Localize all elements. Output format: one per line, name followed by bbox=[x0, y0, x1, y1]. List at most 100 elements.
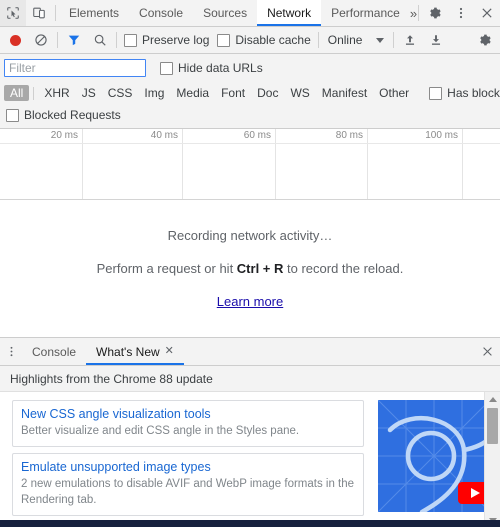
ruler-tick-cell: 40 ms bbox=[83, 129, 183, 199]
whats-new-card[interactable]: Emulate unsupported image types 2 new em… bbox=[12, 453, 364, 517]
type-chip-all[interactable]: All bbox=[4, 85, 30, 101]
ruler-tick-cell: 20 ms bbox=[0, 129, 83, 199]
whats-new-scrollbar[interactable] bbox=[484, 392, 500, 527]
import-har-button[interactable] bbox=[397, 27, 423, 53]
type-chip-img[interactable]: Img bbox=[138, 85, 170, 101]
ruler-tick-label: 100 ms bbox=[425, 130, 458, 141]
checkbox-box bbox=[124, 33, 137, 47]
ruler-tick-cell: 60 ms bbox=[183, 129, 276, 199]
scrollbar-track[interactable] bbox=[485, 406, 500, 513]
preserve-log-checkbox[interactable]: Preserve log bbox=[120, 33, 213, 47]
throttle-dropdown[interactable]: Online bbox=[322, 33, 391, 47]
whats-new-card[interactable]: New CSS angle visualization tools Better… bbox=[12, 400, 364, 448]
whats-new-card-list: New CSS angle visualization tools Better… bbox=[0, 392, 374, 527]
blocked-requests-checkbox[interactable]: Blocked Requests bbox=[6, 108, 125, 122]
hint-shortcut: Ctrl + R bbox=[236, 261, 284, 276]
type-chip-js[interactable]: JS bbox=[76, 85, 102, 101]
panel-tabs: Elements Console Sources Network Perform… bbox=[59, 0, 417, 26]
filter-input[interactable] bbox=[4, 59, 146, 77]
card-description: Better visualize and edit CSS angle in t… bbox=[21, 424, 300, 437]
search-button[interactable] bbox=[87, 27, 113, 53]
gear-icon[interactable] bbox=[422, 0, 448, 26]
ruler-baseline bbox=[0, 143, 500, 144]
drawer-tab-bar: Console What's New ✕ bbox=[0, 338, 500, 366]
device-toolbar-icon[interactable] bbox=[26, 0, 52, 26]
ruler-tick-label: 40 ms bbox=[150, 130, 178, 141]
network-overview-timeline[interactable]: 20 ms 40 ms 60 ms 80 ms 100 ms bbox=[0, 129, 500, 200]
hide-data-urls-checkbox[interactable]: Hide data URLs bbox=[156, 61, 267, 75]
whats-new-media-column bbox=[374, 392, 500, 527]
learn-more-link[interactable]: Learn more bbox=[217, 294, 283, 309]
toolbar-divider bbox=[393, 32, 395, 48]
tab-label: Network bbox=[267, 6, 312, 20]
tab-console[interactable]: Console bbox=[129, 0, 193, 26]
chrome-devtools-video-thumbnail[interactable] bbox=[378, 400, 490, 512]
page-content-strip bbox=[0, 520, 500, 527]
network-toolbar: Preserve log Disable cache Online bbox=[0, 27, 500, 54]
inspect-cursor-icon[interactable] bbox=[0, 0, 26, 26]
tab-elements[interactable]: Elements bbox=[59, 0, 129, 26]
tab-label: Console bbox=[139, 6, 184, 20]
drawer-more-vertical-icon[interactable] bbox=[0, 338, 22, 365]
whats-new-header: Highlights from the Chrome 88 update bbox=[0, 366, 500, 392]
checkbox-box bbox=[6, 108, 19, 122]
type-chip-other[interactable]: Other bbox=[373, 85, 415, 101]
close-icon[interactable] bbox=[474, 0, 500, 26]
ruler-tick-label: 80 ms bbox=[335, 130, 363, 141]
has-blocked-cookies-checkbox[interactable]: Has blocked cookies bbox=[425, 86, 500, 100]
drawer-tab-close-icon[interactable]: ✕ bbox=[165, 346, 174, 357]
clear-button[interactable] bbox=[28, 27, 54, 53]
tab-sources[interactable]: Sources bbox=[193, 0, 257, 26]
type-chip-doc[interactable]: Doc bbox=[251, 85, 284, 101]
type-chip-ws[interactable]: WS bbox=[284, 85, 315, 101]
chip-divider bbox=[33, 86, 35, 100]
export-har-button[interactable] bbox=[423, 27, 449, 53]
hide-data-urls-label: Hide data URLs bbox=[178, 61, 263, 75]
tab-label: Sources bbox=[203, 6, 248, 20]
tab-label: Performance bbox=[331, 6, 400, 20]
devtools-window: Elements Console Sources Network Perform… bbox=[0, 0, 500, 527]
resource-type-filters: All XHR JS CSS Img Media Font Doc WS Man… bbox=[0, 82, 500, 104]
type-chip-font[interactable]: Font bbox=[215, 85, 251, 101]
checkbox-box bbox=[429, 86, 443, 100]
ruler-tick-cell: 100 ms bbox=[368, 129, 463, 199]
type-chip-css[interactable]: CSS bbox=[102, 85, 139, 101]
type-chip-xhr[interactable]: XHR bbox=[38, 85, 75, 101]
main-tab-bar: Elements Console Sources Network Perform… bbox=[0, 0, 500, 27]
scroll-up-arrow-icon[interactable] bbox=[485, 392, 500, 406]
ruler-tick-label: 60 ms bbox=[243, 130, 271, 141]
type-chip-manifest[interactable]: Manifest bbox=[316, 85, 373, 101]
hint-suffix: to record the reload. bbox=[283, 261, 404, 276]
ruler-tick-cell-end bbox=[463, 129, 500, 199]
tabbar-right-actions bbox=[415, 0, 500, 26]
filter-row: Hide data URLs bbox=[0, 54, 500, 82]
disable-cache-checkbox[interactable]: Disable cache bbox=[213, 33, 314, 47]
drawer-tab-label: What's New bbox=[96, 344, 160, 359]
ruler-tick-label: 20 ms bbox=[50, 130, 78, 141]
toolbar-divider bbox=[57, 32, 58, 48]
throttle-value: Online bbox=[327, 33, 363, 47]
filter-button[interactable] bbox=[61, 27, 87, 53]
card-description: 2 new emulations to disable AVIF and Web… bbox=[21, 478, 355, 506]
toolbar-divider bbox=[317, 32, 319, 48]
type-chip-media[interactable]: Media bbox=[170, 85, 215, 101]
scrollbar-thumb[interactable] bbox=[487, 408, 498, 444]
chevron-down-icon bbox=[376, 37, 385, 43]
ruler-tick-cell: 80 ms bbox=[276, 129, 368, 199]
empty-state-heading: Recording network activity… bbox=[167, 228, 333, 243]
triangle-up bbox=[488, 396, 497, 402]
card-title: New CSS angle visualization tools bbox=[21, 407, 211, 421]
tab-performance[interactable]: Performance bbox=[321, 0, 410, 26]
checkbox-box bbox=[217, 33, 231, 47]
tab-network[interactable]: Network bbox=[257, 0, 322, 26]
network-settings-button[interactable] bbox=[472, 27, 498, 53]
record-icon bbox=[9, 34, 21, 46]
drawer-tab-console[interactable]: Console bbox=[22, 338, 86, 365]
drawer-close-icon[interactable] bbox=[474, 338, 500, 365]
disable-cache-label: Disable cache bbox=[235, 33, 311, 47]
record-button[interactable] bbox=[2, 27, 28, 53]
has-blocked-cookies-label: Has blocked cookies bbox=[447, 86, 500, 100]
drawer-tab-whats-new[interactable]: What's New ✕ bbox=[86, 338, 184, 365]
more-vertical-icon[interactable] bbox=[448, 0, 474, 26]
preserve-log-label: Preserve log bbox=[142, 33, 210, 47]
